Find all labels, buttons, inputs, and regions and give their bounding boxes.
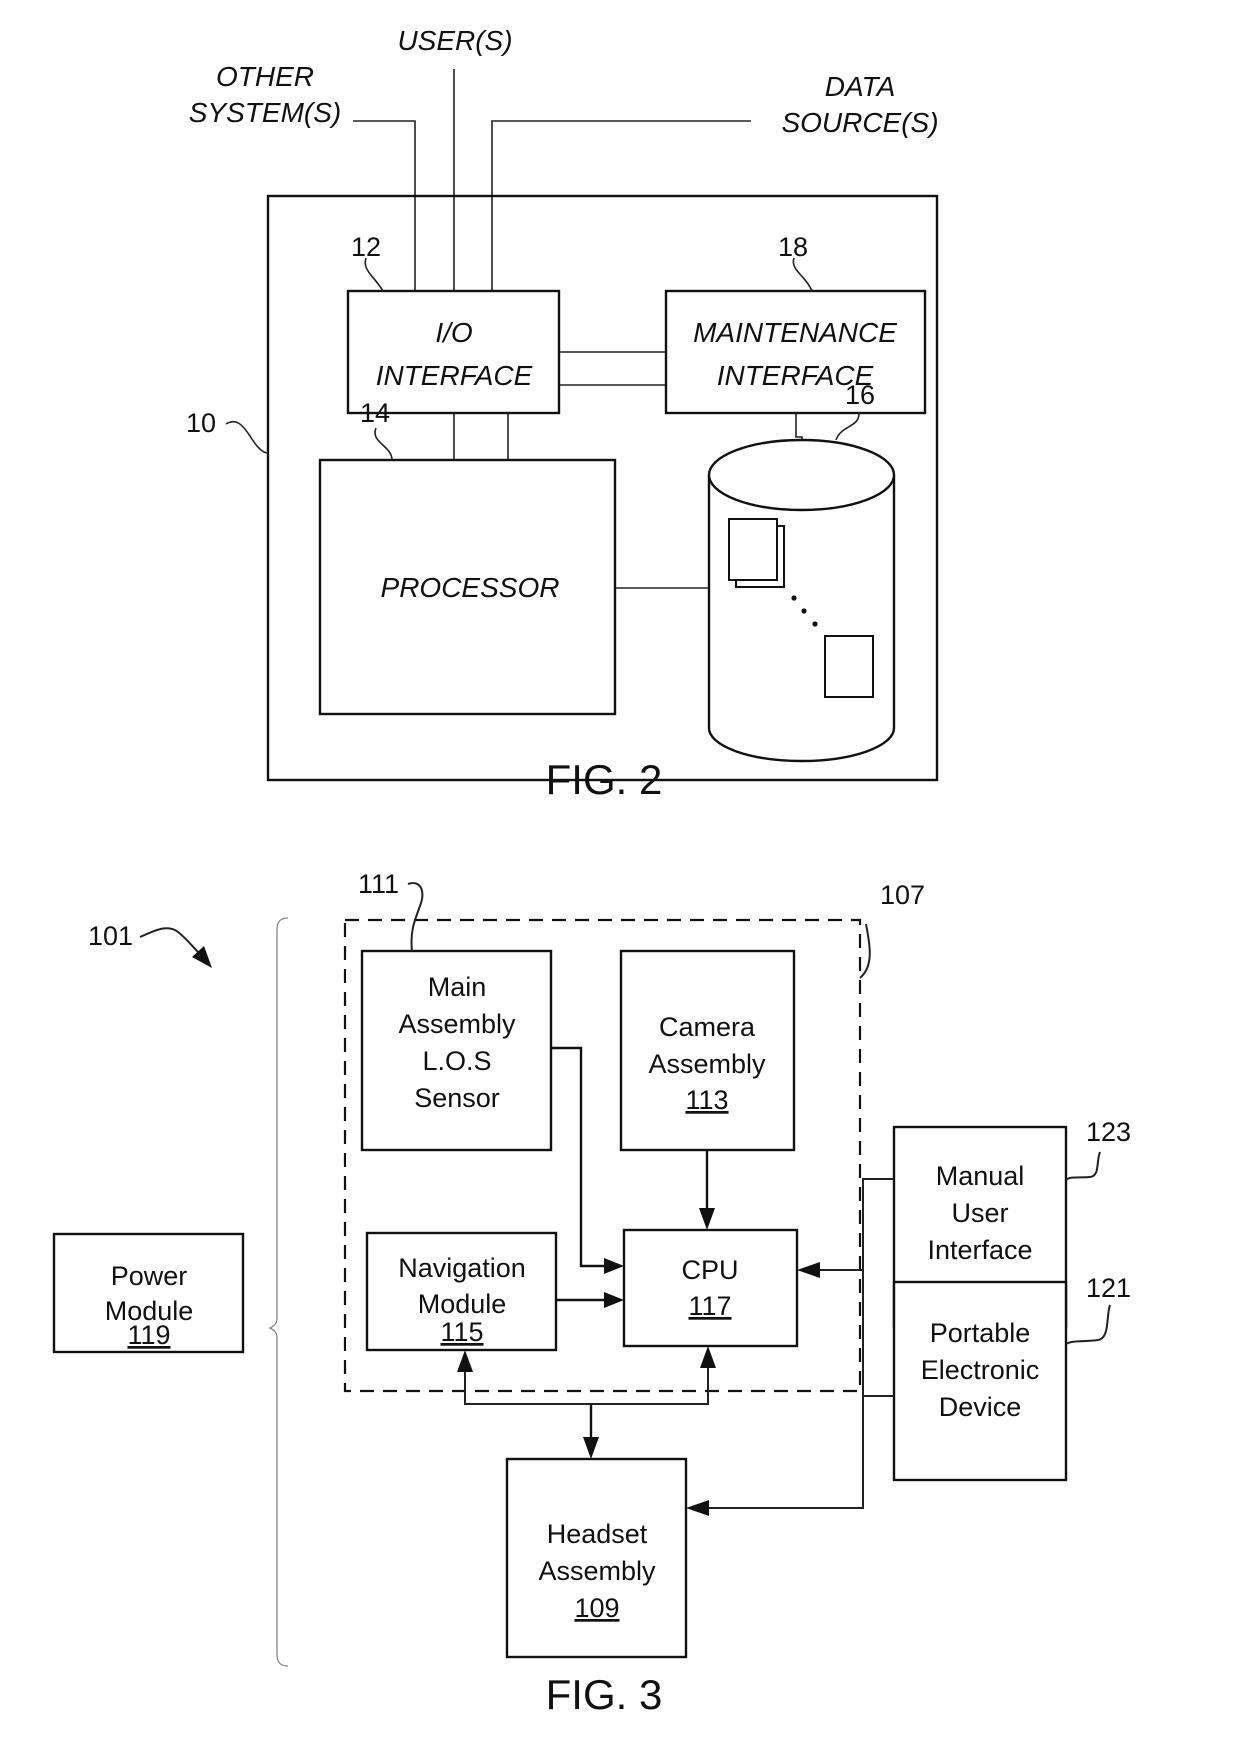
ellipsis-dot — [801, 608, 807, 614]
manual-ui-line2: User — [951, 1198, 1008, 1228]
navigation-ref-115: 115 — [440, 1317, 483, 1347]
main-assembly-line1: Main — [428, 972, 487, 1002]
leader-111 — [407, 882, 424, 952]
ellipsis-dot — [812, 621, 818, 627]
record-icon-front — [728, 518, 778, 581]
maintenance-label-line1: MAINTENANCE — [693, 317, 897, 348]
main-assembly-to-cpu-link — [551, 1046, 604, 1268]
arrow-up-icon — [457, 1350, 473, 1372]
ellipsis-dot — [791, 595, 797, 601]
main-assembly-line3: L.O.S — [422, 1046, 491, 1076]
ref-18: 18 — [778, 232, 808, 262]
headset-line2: Assembly — [538, 1556, 656, 1586]
power-ref-119: 119 — [127, 1320, 170, 1350]
power-line1: Power — [111, 1261, 188, 1291]
data-sources-label-line2: SOURCE(S) — [781, 107, 938, 138]
record-icon-last — [824, 635, 874, 698]
cpu-ref-117: 117 — [688, 1291, 731, 1321]
camera-line1: Camera — [659, 1012, 756, 1042]
main-assembly-line4: Sensor — [414, 1083, 500, 1113]
io-interface-label-line2: INTERFACE — [376, 360, 533, 391]
leader-12 — [364, 257, 384, 292]
leader-18 — [792, 257, 813, 292]
cylinder-top — [707, 438, 896, 512]
ref-14: 14 — [360, 398, 390, 428]
io-interface-box — [346, 289, 561, 415]
storage-cylinder — [707, 438, 896, 763]
bus-nav-cpu-link — [464, 1368, 709, 1405]
main-assembly-line2: Assembly — [398, 1009, 516, 1039]
headset-line1: Headset — [547, 1519, 648, 1549]
other-systems-label-line2: SYSTEM(S) — [189, 97, 341, 128]
maintenance-storage-link — [795, 413, 803, 440]
leader-121 — [1065, 1304, 1111, 1345]
manual-ui-line3: Interface — [927, 1235, 1032, 1265]
processor-label: PROCESSOR — [381, 572, 560, 603]
ref-10: 10 — [186, 408, 216, 438]
leader-107 — [859, 923, 871, 979]
arrow-right-icon — [604, 1292, 624, 1308]
maintenance-interface-box — [664, 289, 927, 415]
leader-123 — [1065, 1151, 1101, 1181]
ref-12: 12 — [351, 232, 381, 262]
leader-14 — [374, 427, 393, 461]
fig3: 101 107 Main Assembly L.O.S Sensor 111 C… — [52, 869, 1131, 1718]
arrow-right-icon — [604, 1258, 624, 1274]
ref-16: 16 — [845, 380, 875, 410]
portable-line1: Portable — [930, 1318, 1031, 1348]
cylinder-body — [707, 475, 896, 763]
arrow-down-icon — [583, 1437, 599, 1459]
fig3-caption: FIG. 3 — [546, 1671, 663, 1718]
portable-line3: Device — [939, 1392, 1022, 1422]
arrow-left-icon — [797, 1262, 820, 1278]
leader-101 — [139, 927, 199, 953]
io-interface-label-line1: I/O — [435, 317, 472, 348]
users-label: USER(S) — [397, 25, 512, 56]
ref-121: 121 — [1086, 1273, 1131, 1303]
manual-ui-line1: Manual — [936, 1161, 1025, 1191]
cpu-label: CPU — [681, 1255, 738, 1285]
other-systems-label-line1: OTHER — [216, 61, 314, 92]
navigation-line2: Module — [418, 1289, 507, 1319]
leader-16 — [835, 411, 860, 441]
ref-111: 111 — [358, 869, 399, 899]
headset-ref-109: 109 — [574, 1593, 619, 1623]
ref-101: 101 — [88, 921, 133, 951]
arrow-up-icon — [700, 1346, 716, 1368]
ref-107: 107 — [880, 880, 925, 910]
camera-ref-113: 113 — [685, 1085, 728, 1115]
arrow-left-icon — [686, 1500, 709, 1516]
patent-figures: OTHER SYSTEM(S) USER(S) DATA SOURCE(S) 1… — [52, 25, 1131, 1718]
other-systems-connector — [353, 120, 416, 291]
camera-line2: Assembly — [648, 1049, 766, 1079]
arrow-down-icon — [699, 1208, 715, 1230]
fig2: OTHER SYSTEM(S) USER(S) DATA SOURCE(S) 1… — [186, 25, 939, 803]
fig2-caption: FIG. 2 — [546, 756, 663, 803]
data-sources-connector — [491, 120, 751, 291]
portable-line2: Electronic — [921, 1355, 1040, 1385]
brace — [268, 917, 289, 1667]
navigation-line1: Navigation — [398, 1253, 526, 1283]
ref-123: 123 — [1086, 1117, 1131, 1147]
leader-10 — [225, 420, 269, 454]
data-sources-label-line1: DATA — [825, 71, 896, 102]
cpu-box — [622, 1228, 799, 1348]
